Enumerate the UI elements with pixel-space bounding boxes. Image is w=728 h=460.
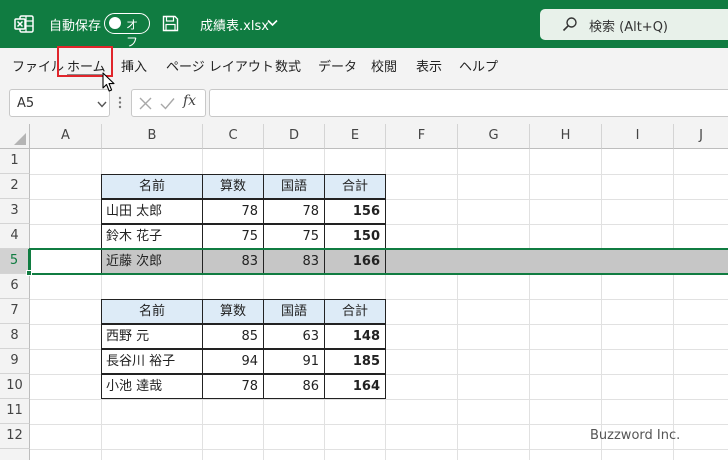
check-icon[interactable]: [160, 97, 175, 110]
cancel-icon[interactable]: [139, 97, 152, 110]
autosave-state: オフ: [126, 18, 139, 49]
table-header-japanese[interactable]: 国語: [263, 299, 325, 324]
tab-insert[interactable]: 挿入: [121, 56, 147, 75]
table-cell-name[interactable]: 西野 元: [101, 324, 203, 349]
file-name[interactable]: 成績表.xlsx: [200, 15, 269, 34]
table-cell-name[interactable]: 長谷川 裕子: [101, 349, 203, 374]
row-header-11[interactable]: 11: [0, 399, 30, 424]
table-cell-total[interactable]: 150: [324, 224, 386, 249]
column-header-d[interactable]: D: [264, 124, 325, 149]
row-header-7[interactable]: 7: [0, 299, 30, 324]
table-cell-math[interactable]: 94: [202, 349, 264, 374]
table-header-total[interactable]: 合計: [324, 174, 386, 199]
table-cell-math[interactable]: 78: [202, 374, 264, 399]
gridline: [30, 399, 728, 400]
table-cell-math[interactable]: 75: [202, 224, 264, 249]
cell-reference: A5: [17, 96, 35, 111]
tab-view[interactable]: 表示: [416, 56, 442, 75]
table-cell-name[interactable]: 鈴木 花子: [101, 224, 203, 249]
formula-buttons: fx: [131, 89, 206, 117]
table-cell-japanese[interactable]: 63: [263, 324, 325, 349]
gridline: [529, 149, 530, 460]
tab-review[interactable]: 校閲: [371, 56, 397, 75]
excel-logo-icon[interactable]: [14, 14, 34, 34]
row-header-6[interactable]: 6: [0, 274, 30, 299]
row-header-10[interactable]: 10: [0, 374, 30, 399]
row-header-1[interactable]: 1: [0, 149, 30, 174]
table-cell-name[interactable]: 山田 太郎: [101, 199, 203, 224]
tab-formulas[interactable]: 数式: [275, 56, 301, 75]
insert-function-icon[interactable]: fx: [183, 93, 196, 109]
table-cell-math[interactable]: 85: [202, 324, 264, 349]
fill-handle[interactable]: [26, 270, 32, 276]
column-header-i[interactable]: I: [602, 124, 674, 149]
search-box[interactable]: 検索 (Alt+Q): [540, 9, 728, 40]
search-icon: [562, 17, 577, 32]
chevron-down-icon[interactable]: [97, 101, 107, 108]
watermark: Buzzword Inc.: [590, 428, 681, 443]
gridline: [30, 449, 728, 450]
autosave-label: 自動保存: [49, 19, 102, 34]
table-cell-total[interactable]: 148: [324, 324, 386, 349]
table-cell-total[interactable]: 156: [324, 199, 386, 224]
table-header-name[interactable]: 名前: [101, 299, 203, 324]
table-cell-total[interactable]: 164: [324, 374, 386, 399]
select-all-triangle: [14, 133, 26, 145]
column-header-f[interactable]: F: [386, 124, 458, 149]
column-header-e[interactable]: E: [325, 124, 386, 149]
table-cell-math[interactable]: 78: [202, 199, 264, 224]
row-header-9[interactable]: 9: [0, 349, 30, 374]
select-all-button[interactable]: [0, 124, 30, 149]
gridline: [673, 149, 674, 460]
more-options-icon[interactable]: [118, 96, 122, 109]
table-header-math[interactable]: 算数: [202, 299, 264, 324]
row-header-4[interactable]: 4: [0, 224, 30, 249]
table-cell-japanese[interactable]: 91: [263, 349, 325, 374]
table-header-japanese[interactable]: 国語: [263, 174, 325, 199]
column-header-g[interactable]: G: [458, 124, 530, 149]
tab-page-layout[interactable]: ページ レイアウト: [166, 56, 274, 75]
title-bar: 自動保存 オフ 成績表.xlsx 検索 (Alt+Q): [0, 0, 728, 49]
autosave-toggle[interactable]: オフ: [104, 13, 150, 49]
table-cell-japanese[interactable]: 75: [263, 224, 325, 249]
save-icon[interactable]: [162, 15, 179, 32]
gridline: [601, 149, 602, 460]
column-header-c[interactable]: C: [203, 124, 264, 149]
table-cell-total[interactable]: 185: [324, 349, 386, 374]
search-placeholder: 検索 (Alt+Q): [589, 20, 669, 35]
column-header-a[interactable]: A: [30, 124, 102, 149]
chevron-down-icon[interactable]: [267, 19, 278, 27]
column-header-b[interactable]: B: [102, 124, 203, 149]
row-header-13[interactable]: [0, 449, 30, 460]
table-header-total[interactable]: 合計: [324, 299, 386, 324]
table-cell-japanese[interactable]: 78: [263, 199, 325, 224]
row-selection-border: [29, 248, 728, 275]
spreadsheet-grid[interactable]: A B C D E F G H I J 1 2 3 4 5 6 7 8 9 10…: [0, 124, 728, 460]
table-header-name[interactable]: 名前: [101, 174, 203, 199]
mouse-cursor-icon: [102, 72, 115, 92]
tab-data[interactable]: データ: [318, 56, 357, 75]
row-header-8[interactable]: 8: [0, 324, 30, 349]
tab-help[interactable]: ヘルプ: [459, 56, 498, 75]
table-cell-name[interactable]: 小池 達哉: [101, 374, 203, 399]
formula-input[interactable]: [209, 89, 728, 117]
column-header-h[interactable]: H: [530, 124, 602, 149]
column-header-j[interactable]: J: [674, 124, 728, 149]
gridline: [30, 424, 728, 425]
row-header-2[interactable]: 2: [0, 174, 30, 199]
gridline: [457, 149, 458, 460]
row-header-3[interactable]: 3: [0, 199, 30, 224]
name-box[interactable]: A5: [9, 89, 110, 117]
table-cell-japanese[interactable]: 86: [263, 374, 325, 399]
toggle-knob: [109, 17, 121, 29]
row-header-12[interactable]: 12: [0, 424, 30, 449]
table-header-math[interactable]: 算数: [202, 174, 264, 199]
